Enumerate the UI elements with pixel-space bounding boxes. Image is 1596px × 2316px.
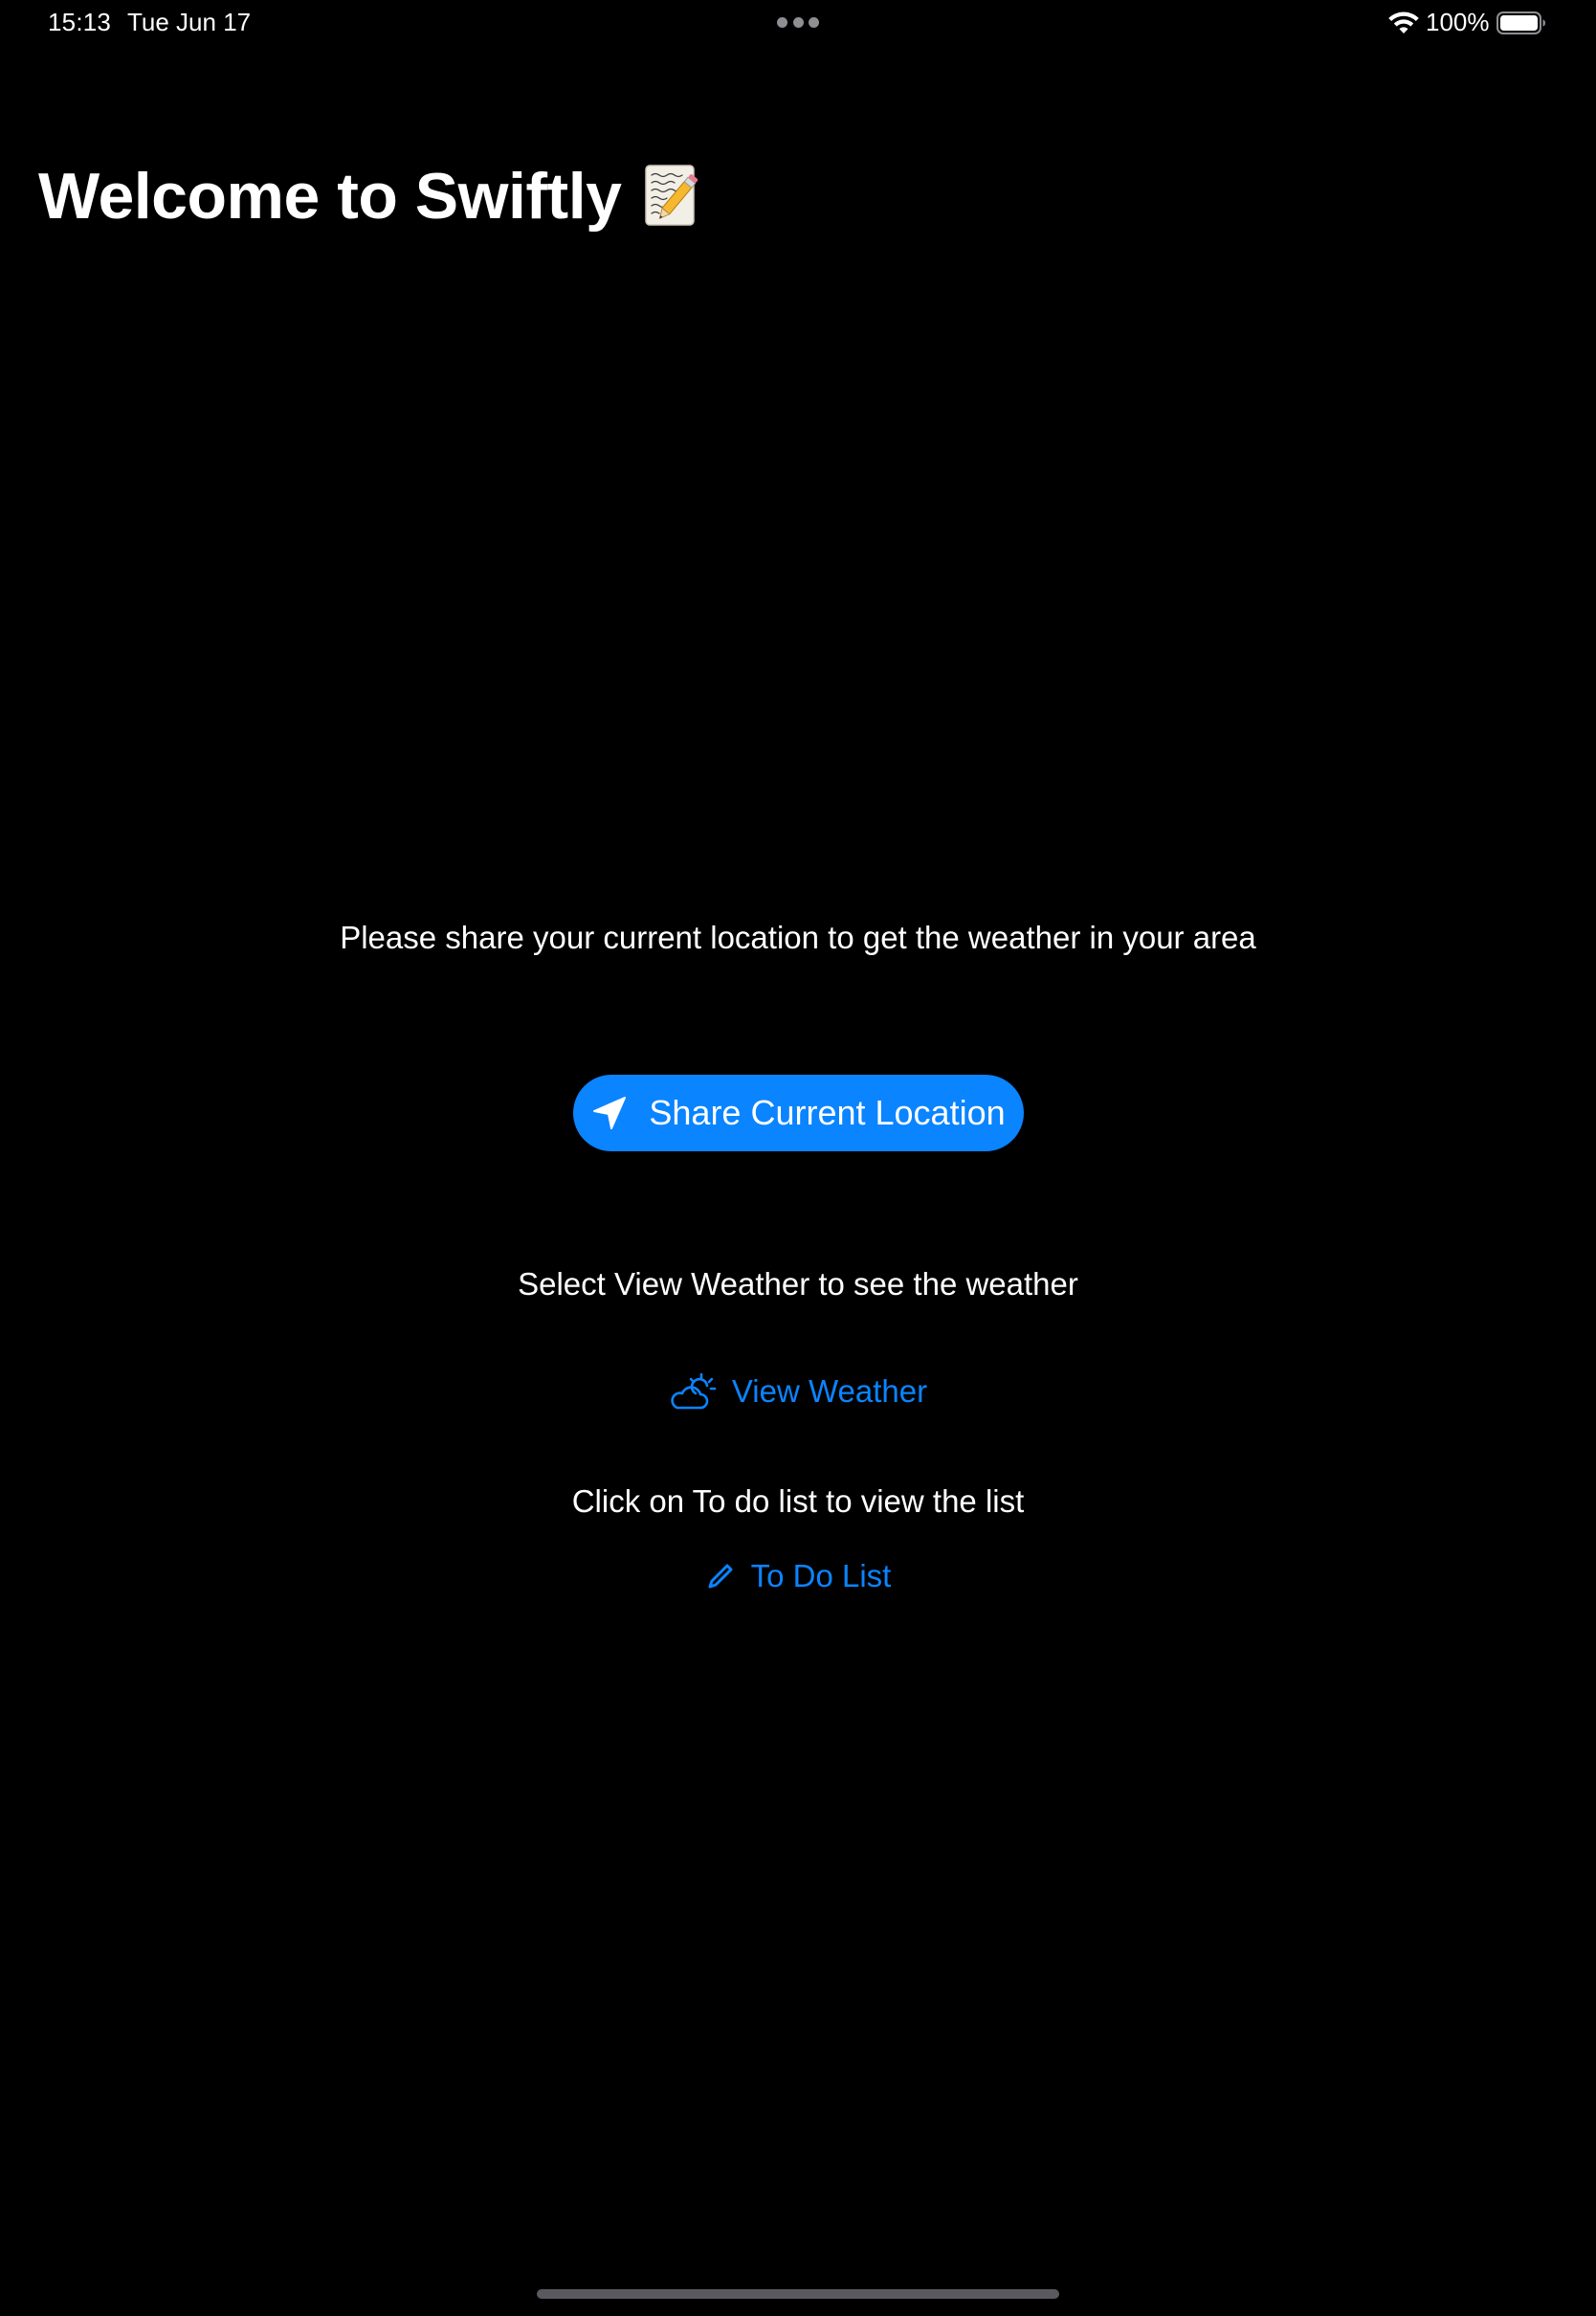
- todo-prompt: Click on To do list to view the list: [571, 1483, 1025, 1519]
- weather-prompt: Select View Weather to see the weather: [518, 1266, 1078, 1302]
- multitasking-dots-icon[interactable]: [777, 16, 819, 28]
- home-indicator[interactable]: [537, 2289, 1059, 2299]
- status-date: Tue Jun 17: [127, 8, 252, 36]
- status-time: 15:13: [48, 8, 112, 36]
- wifi-icon: [1388, 11, 1419, 33]
- view-weather-label: View Weather: [731, 1373, 928, 1409]
- battery-icon: [1496, 11, 1545, 34]
- status-bar: 15:13 Tue Jun 17 100%: [0, 0, 1596, 46]
- location-arrow-icon: [593, 1097, 627, 1129]
- todo-list-label: To Do List: [750, 1558, 892, 1593]
- page-title: Welcome to Swiftly: [38, 159, 701, 234]
- memo-icon: [644, 164, 701, 229]
- share-location-label: Share Current Location: [649, 1093, 1006, 1132]
- pencil-icon: [708, 1564, 733, 1589]
- page-title-text: Welcome to Swiftly: [38, 160, 622, 233]
- location-prompt: Please share your current location to ge…: [340, 920, 1256, 955]
- cloud-sun-icon: [671, 1372, 717, 1410]
- share-location-button[interactable]: Share Current Location: [573, 1075, 1024, 1151]
- view-weather-button[interactable]: View Weather: [0, 1372, 1596, 1411]
- todo-list-button[interactable]: To Do List: [0, 1558, 1596, 1594]
- battery-percent: 100%: [1426, 8, 1490, 36]
